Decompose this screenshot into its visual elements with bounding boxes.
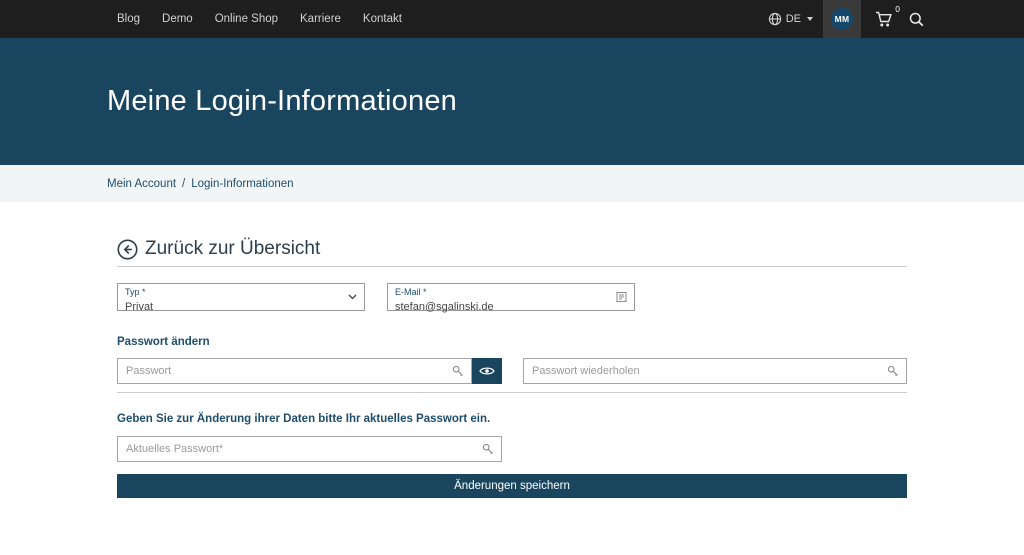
topbar: Blog Demo Online Shop Karriere Kontakt D… [0,0,1024,38]
nav-item-demo[interactable]: Demo [162,0,193,38]
search-button[interactable] [909,12,924,27]
section-divider [117,392,907,393]
password-repeat-input[interactable] [523,358,907,384]
nav-item-kontakt[interactable]: Kontakt [363,0,402,38]
avatar: MM [831,8,853,30]
save-changes-button[interactable]: Änderungen speichern [117,474,907,498]
breadcrumb: Mein Account / Login-Informationen [0,165,1024,202]
breadcrumb-item-mein-account[interactable]: Mein Account [107,178,176,190]
key-icon [452,365,464,377]
password-repeat-wrap [523,358,907,384]
eye-icon [479,366,495,376]
language-code: DE [786,13,801,25]
caret-down-icon [807,17,813,21]
key-icon [887,365,899,377]
cart-icon [875,11,894,28]
typ-selected-value: Privat [125,301,153,313]
back-to-overview-link[interactable]: Zurück zur Übersicht [117,238,907,267]
current-password-wrap [117,436,502,462]
typ-select[interactable]: Typ * Privat [117,283,365,311]
account-menu-button[interactable]: MM [823,0,861,38]
page-title: Meine Login-Informationen [107,85,457,118]
email-field-box: E-Mail * [387,283,635,311]
chevron-down-icon [348,294,357,300]
password-fields-row [117,358,907,384]
key-icon [482,443,494,455]
main-nav: Blog Demo Online Shop Karriere Kontakt [117,0,402,38]
current-password-input[interactable] [117,436,502,462]
email-field[interactable] [395,301,610,314]
typ-label: Typ * [125,287,340,297]
search-icon [909,12,924,27]
nav-item-online-shop[interactable]: Online Shop [215,0,278,38]
hero-banner: Meine Login-Informationen [0,38,1024,165]
language-selector[interactable]: DE [768,12,813,26]
account-fields-row: Typ * Privat E-Mail * [117,283,907,311]
email-label: E-Mail * [395,287,610,297]
show-password-button[interactable] [472,358,502,384]
breadcrumb-separator: / [182,178,185,190]
cart-button[interactable]: 0 [875,11,894,28]
password-field-wrap [117,358,502,384]
nav-item-karriere[interactable]: Karriere [300,0,341,38]
cart-count-badge: 0 [895,4,900,14]
current-password-instruction: Geben Sie zur Änderung ihrer Daten bitte… [117,413,907,425]
password-input[interactable] [117,358,472,384]
nav-item-blog[interactable]: Blog [117,0,140,38]
back-link-label: Zurück zur Übersicht [145,238,320,260]
password-section-title: Passwort ändern [117,336,907,348]
main-content: Zurück zur Übersicht Typ * Privat E-Mail… [117,238,907,498]
topbar-right: DE MM 0 [768,0,924,38]
globe-icon [768,12,782,26]
back-arrow-icon [117,239,138,260]
contact-card-icon [616,291,627,303]
breadcrumb-item-login-informationen[interactable]: Login-Informationen [191,178,293,190]
